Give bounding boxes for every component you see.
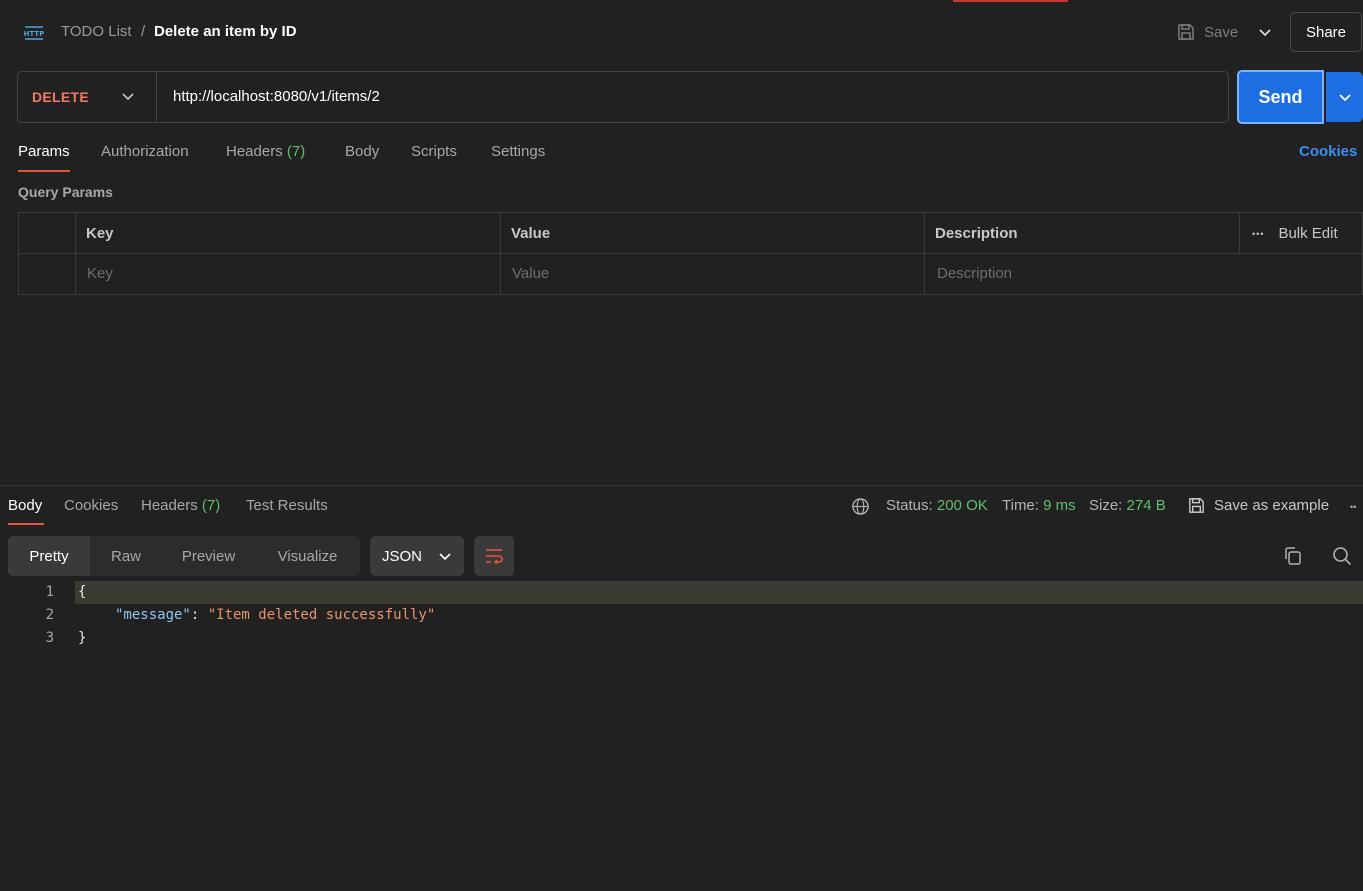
params-table: Key Value Description ••• Bulk Edit Key …: [18, 212, 1363, 295]
headers-count: (7): [201, 497, 221, 514]
response-tab-cookies[interactable]: Cookies: [64, 497, 118, 514]
globe-icon[interactable]: [851, 497, 870, 516]
tab-body[interactable]: Body: [345, 143, 379, 160]
param-key-input[interactable]: Key: [87, 265, 113, 282]
http-icon: HTTP: [24, 26, 45, 40]
line-number: 3: [45, 630, 54, 646]
send-options-button[interactable]: [1326, 72, 1363, 122]
tab-authorization[interactable]: Authorization: [101, 143, 189, 160]
chevron-down-icon: [1338, 94, 1351, 102]
tab-settings[interactable]: Settings: [491, 143, 545, 160]
tab-scripts[interactable]: Scripts: [411, 143, 457, 160]
chevron-down-icon: [439, 553, 451, 561]
tab-params[interactable]: Params: [18, 143, 70, 160]
line-number: 2: [45, 607, 54, 623]
param-description-input[interactable]: Description: [937, 265, 1012, 282]
json-colon: :: [190, 607, 208, 623]
line-number: 1: [45, 584, 54, 600]
method-select[interactable]: DELETE: [32, 89, 89, 105]
format-raw[interactable]: Raw: [90, 536, 162, 576]
tab-label: Headers: [141, 497, 198, 514]
send-button[interactable]: Send: [1237, 70, 1324, 124]
current-line-highlight: [75, 581, 1363, 604]
more-options-icon[interactable]: ••: [1350, 502, 1356, 512]
floppy-disk-icon: [1178, 24, 1194, 40]
search-icon[interactable]: [1332, 546, 1352, 566]
save-as-example-button[interactable]: Save as example: [1187, 496, 1329, 515]
active-tab-underline: [18, 170, 70, 172]
svg-text:HTTP: HTTP: [24, 30, 45, 38]
code-line[interactable]: "message": "Item deleted successfully": [115, 607, 435, 623]
headers-count: (7): [286, 143, 306, 160]
chevron-down-icon: [1259, 29, 1271, 37]
save-label: Save: [1204, 23, 1239, 41]
floppy-disk-icon: [1189, 498, 1204, 513]
copy-icon[interactable]: [1283, 546, 1303, 566]
language-label: JSON: [382, 547, 423, 565]
response-size[interactable]: Size: 274 B: [1089, 497, 1166, 514]
url-divider: [156, 72, 157, 122]
json-key: "message": [115, 607, 191, 623]
url-input[interactable]: http://localhost:8080/v1/items/2: [173, 88, 380, 105]
url-bar: DELETE http://localhost:8080/v1/items/2: [17, 71, 1229, 123]
response-status[interactable]: Status: 200 OK: [886, 497, 988, 514]
response-tab-headers[interactable]: Headers (7): [141, 497, 220, 514]
json-value: "Item deleted successfully": [207, 607, 436, 623]
code-close-brace[interactable]: }: [78, 630, 86, 646]
save-button[interactable]: Save: [1176, 18, 1238, 46]
breadcrumb-collection[interactable]: TODO List: [61, 23, 132, 40]
column-header-key: Key: [86, 225, 114, 242]
table-divider: [1239, 213, 1240, 253]
bulk-edit-button[interactable]: ••• Bulk Edit: [1252, 225, 1338, 242]
size-value: 274 B: [1126, 497, 1166, 514]
share-button[interactable]: Share: [1290, 12, 1362, 52]
wrap-lines-icon: [486, 549, 503, 565]
page-title[interactable]: Delete an item by ID: [154, 23, 297, 40]
more-options-icon: •••: [1252, 228, 1265, 239]
save-options-button[interactable]: [1253, 20, 1277, 44]
query-params-heading: Query Params: [18, 184, 113, 200]
wrap-lines-button[interactable]: [474, 536, 514, 576]
cookies-link[interactable]: Cookies: [1299, 143, 1357, 160]
status-value: 200 OK: [936, 497, 988, 514]
time-label: Time:: [1002, 497, 1039, 514]
time-value: 9 ms: [1043, 497, 1076, 514]
panel-divider[interactable]: [0, 485, 1363, 486]
tab-label: Headers: [226, 143, 283, 160]
bulk-edit-label: Bulk Edit: [1278, 225, 1338, 242]
language-select[interactable]: JSON: [370, 536, 464, 576]
breadcrumb-separator: /: [141, 23, 146, 40]
size-label: Size:: [1089, 497, 1123, 514]
format-toggle: Pretty Raw Preview Visualize: [8, 536, 360, 576]
column-header-value: Value: [511, 225, 551, 242]
request-header: HTTP TODO List / Delete an item by ID Sa…: [0, 0, 1363, 64]
format-preview[interactable]: Preview: [162, 536, 255, 576]
column-header-description: Description: [935, 225, 1018, 242]
table-divider: [19, 253, 1363, 254]
code-open-brace[interactable]: {: [78, 584, 86, 600]
response-tab-body[interactable]: Body: [8, 497, 42, 514]
tab-headers[interactable]: Headers (7): [226, 143, 305, 160]
response-tab-test-results[interactable]: Test Results: [246, 497, 328, 514]
chevron-down-icon[interactable]: [119, 87, 137, 105]
response-time[interactable]: Time: 9 ms: [1002, 497, 1076, 514]
active-tab-underline: [8, 523, 44, 525]
format-visualize[interactable]: Visualize: [255, 536, 360, 576]
param-value-input[interactable]: Value: [512, 265, 549, 282]
format-pretty[interactable]: Pretty: [8, 536, 90, 576]
status-label: Status:: [886, 497, 933, 514]
save-example-label: Save as example: [1214, 497, 1330, 514]
